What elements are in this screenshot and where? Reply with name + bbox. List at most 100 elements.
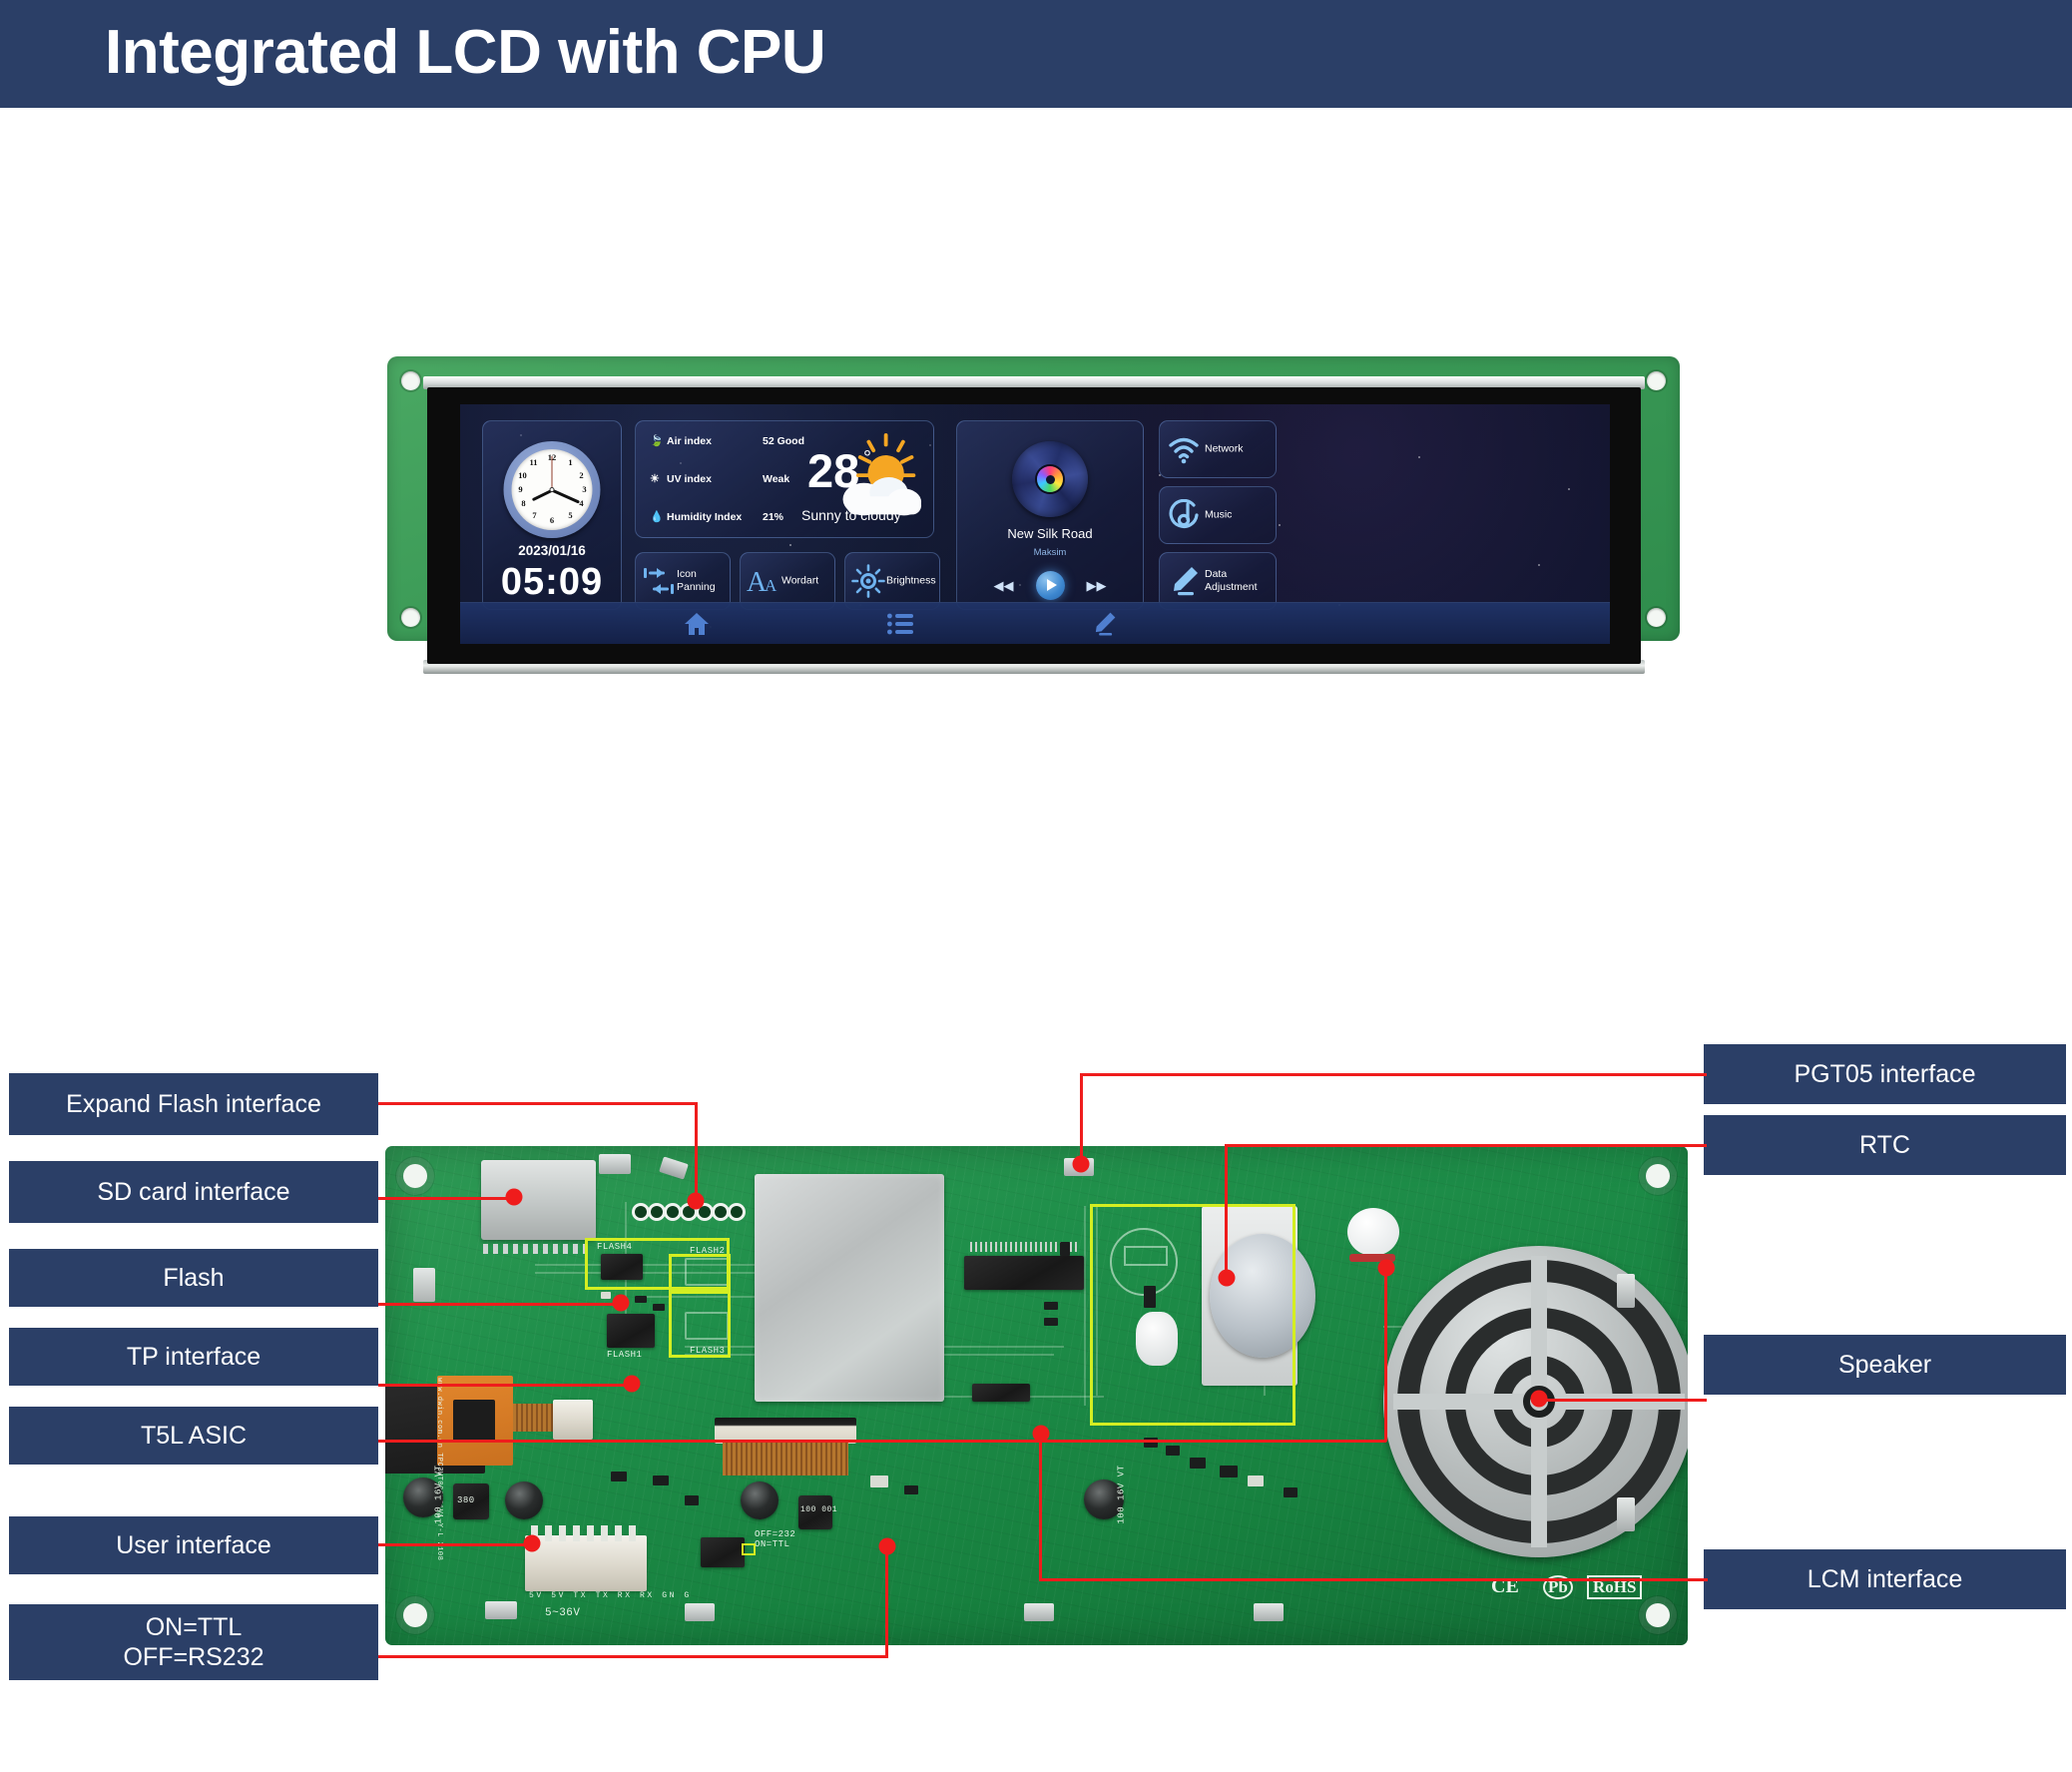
label-t5l-asic: T5L ASIC [9,1407,378,1465]
cd-hub-icon [1037,466,1063,492]
lcd-screen: 12 1 2 3 4 5 6 7 8 9 10 11 [460,404,1610,644]
tp-controller-chip [453,1400,495,1442]
button-label-line2: Adjustment [1205,581,1258,593]
leader-expand-flash-v [695,1102,698,1202]
sd-card-slot [481,1160,596,1240]
weather-row-value: 21% [763,511,784,523]
button-label-line1: Data [1205,567,1228,580]
analog-clock-icon: 12 1 2 3 4 5 6 7 8 9 10 11 [503,441,601,538]
cap-silkscreen: 100 16V VT [433,1465,444,1524]
callout-dot-expand-flash [687,1192,705,1210]
clock-minute-hand [551,488,581,504]
clock-numeral: 2 [579,470,584,480]
nav-home-button[interactable] [662,603,732,644]
label-sd-card-interface: SD card interface [9,1161,378,1223]
pcb-mount-hole [1646,1164,1670,1188]
leader-tp-interface [378,1384,630,1387]
nav-edit-button[interactable] [1069,603,1139,644]
music-controls: ◀◀ ▶▶ [957,565,1143,605]
lcd-module-photo: 12 1 2 3 4 5 6 7 8 9 10 11 [387,356,1680,674]
connector-pin-labels: 5V 5V TX TX RX RX GN G [529,1591,692,1600]
electrolytic-capacitor [505,1481,543,1519]
rewind-icon[interactable]: ◀◀ [994,579,1014,592]
cap-silkscreen: 100 16V VT [1116,1465,1127,1524]
fast-forward-icon[interactable]: ▶▶ [1087,579,1107,592]
leader-pgt05-h [1080,1073,1707,1076]
leader-rtc-v [1225,1144,1228,1279]
clock-numeral: 5 [568,510,573,520]
button-music[interactable]: Music [1159,486,1277,544]
clock-center-pin [549,487,555,492]
label-pgt05-interface: PGT05 interface [1704,1044,2066,1104]
pcb-photo: FLASH4 FLASH2 FLASH3 FLASH1 www.dwin.com… [385,1146,1688,1645]
list-icon [887,613,913,635]
icon-panning-icon [644,568,674,594]
nav-list-button[interactable] [865,603,935,644]
board-clip [413,1268,435,1302]
label-flash: Flash [9,1249,378,1307]
brightness-icon [851,564,885,598]
button-label-line1: Icon [677,567,697,580]
tp-ribbon [513,1404,553,1432]
weather-row-label: Humidity Index [667,511,743,523]
board-clip [1254,1603,1284,1621]
leader-flash [378,1303,619,1306]
board-clip [685,1603,715,1621]
mount-hole [1647,371,1666,390]
user-interface-connector [525,1535,647,1591]
clock-second-hand [551,455,553,490]
tp-interface-connector [553,1400,593,1440]
clock-numeral: 3 [582,484,587,494]
label-ttl-rs232-jumper: ON=TTL OFF=RS232 [9,1604,378,1680]
clock-numeral: 6 [549,515,555,525]
clock-numeral: 7 [532,510,537,520]
mount-hole [401,371,420,390]
electrolytic-capacitor [741,1481,778,1519]
button-network[interactable]: Network [1159,420,1277,478]
driver-ic [964,1256,1084,1290]
leaf-icon: 🍃 [650,435,664,447]
small-ic [972,1384,1030,1402]
label-line2: OFF=RS232 [123,1643,264,1671]
play-icon[interactable] [1035,570,1065,600]
voltage-range-silkscreen: 5~36V [545,1607,581,1619]
sun-behind-cloud-icon [842,433,922,516]
button-label-line1: Music [1205,508,1233,521]
weather-widget[interactable]: 🍃 Air index 52 Good ☀ UV index Weak 💧 Hu… [635,420,934,538]
label-tp-interface: TP interface [9,1328,378,1386]
leader-jumper-v [885,1545,888,1657]
water-drop-icon: 💧 [650,511,664,523]
callout-dot-sd-card [505,1188,523,1206]
lcd-nav-bar [460,602,1610,644]
music-artist-name: Maksim [1033,547,1067,558]
button-label: Wordart [781,574,818,587]
label-rtc: RTC [1704,1115,2066,1175]
button-label-line1: Brightness [886,574,936,587]
clock-time-text: 05:09 [500,561,604,603]
button-label-line1: Wordart [781,574,819,587]
leader-t5l-asic-h [378,1440,1386,1443]
weather-row-value: Weak [763,473,790,485]
sun-icon: ☀ [650,473,660,485]
mount-hole [401,608,420,627]
flash1-silkscreen: FLASH1 [607,1350,643,1360]
leader-rtc-h [1225,1144,1707,1147]
clock-widget[interactable]: 12 1 2 3 4 5 6 7 8 9 10 11 [482,420,622,610]
leader-sd-card [378,1197,512,1200]
rtc-polarity-marker [1124,1246,1168,1266]
jumper-note-line2: ON=TTL [755,1539,790,1549]
glue-blob [1347,1208,1399,1256]
clock-numeral: 10 [518,470,527,480]
clock-face: 12 1 2 3 4 5 6 7 8 9 10 11 [511,449,593,530]
clock-numeral: 9 [518,484,523,494]
page-root: Integrated LCD with CPU 1 2 3 4 5 6 7 8 … [0,0,2072,1772]
music-player-widget[interactable]: New Silk Road Maksim ◀◀ ▶▶ [956,420,1144,610]
board-clip [659,1156,689,1180]
callout-dot-t5l-asic [1377,1259,1395,1277]
label-user-interface: User interface [9,1516,378,1574]
button-label: Brightness [886,574,936,587]
label-expand-flash-interface: Expand Flash interface [9,1073,378,1135]
music-track-title: New Silk Road [1007,526,1093,541]
pcb-mount-hole [403,1603,427,1627]
leader-pgt05-v [1080,1073,1083,1165]
